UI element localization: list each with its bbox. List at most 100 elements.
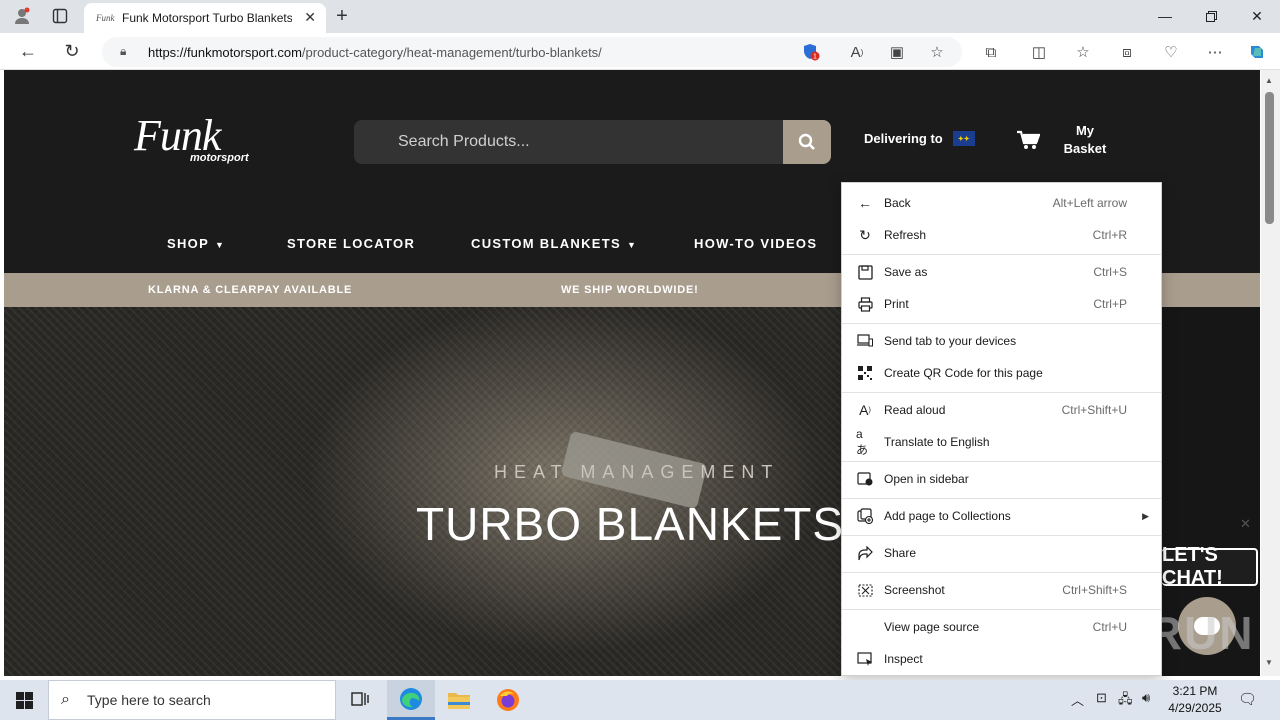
profile-icon[interactable]: [10, 6, 34, 26]
search-button[interactable]: [783, 120, 831, 164]
screenshot-icon: [856, 581, 874, 599]
ctx-print[interactable]: Print Ctrl+P: [842, 289, 1161, 319]
promo-shipping: WE SHIP WORLDWIDE!: [561, 284, 699, 296]
ctx-share-label: Share: [884, 546, 917, 560]
more-menu-icon[interactable]: ⋯: [1204, 41, 1226, 63]
collections-toolbar-icon[interactable]: ⧈: [1116, 41, 1138, 63]
windows-taskbar: ⌕ Type here to search ︿ ⊡ 🖧︎ 🔊︎ 3:21 PM …: [0, 680, 1280, 720]
minimize-icon[interactable]: —: [1142, 0, 1188, 32]
restore-icon[interactable]: [1188, 0, 1234, 32]
notification-center-icon[interactable]: 🗨︎: [1238, 690, 1257, 708]
tracking-prevention-icon[interactable]: 1: [800, 41, 822, 63]
taskbar-search[interactable]: ⌕ Type here to search: [48, 680, 336, 720]
sidebar-icon: [856, 470, 874, 488]
windows-logo-icon: [15, 691, 33, 709]
favorite-star-icon[interactable]: ☆: [926, 41, 948, 63]
scroll-down-icon[interactable]: ▼: [1265, 658, 1273, 667]
site-logo[interactable]: Funk motorsport: [134, 114, 279, 170]
submenu-arrow-icon: ▶: [1142, 510, 1149, 521]
ctx-save-as[interactable]: Save as Ctrl+S: [842, 257, 1161, 287]
ctx-refresh-shortcut: Ctrl+R: [1092, 228, 1127, 242]
page-scrollbar[interactable]: ▲ ▼: [1261, 70, 1280, 676]
ctx-print-label: Print: [884, 297, 909, 311]
split-screen-icon[interactable]: ◫: [1028, 41, 1050, 63]
ctx-view-source[interactable]: View page source Ctrl+U: [842, 612, 1161, 642]
search-input[interactable]: [354, 120, 783, 164]
ctx-back-label: Back: [884, 196, 911, 210]
nav-how-to-videos[interactable]: HOW-TO VIDEOS: [694, 236, 817, 251]
ctx-send-tab[interactable]: Send tab to your devices: [842, 326, 1161, 356]
translate-icon: aあ: [856, 426, 869, 457]
file-explorer-icon[interactable]: [435, 680, 483, 720]
new-tab-icon[interactable]: +: [330, 5, 354, 27]
eu-flag-icon: ✦✦: [952, 131, 975, 146]
caret-down-icon: ▼: [626, 240, 638, 250]
reload-icon[interactable]: ↻: [58, 39, 86, 63]
ctx-separator: [842, 535, 1161, 536]
read-aloud-toolbar-icon[interactable]: A): [846, 41, 868, 63]
chat-bubble[interactable]: LET'S CHAT!: [1162, 544, 1258, 589]
context-menu: ← Back Alt+Left arrow ↻ Refresh Ctrl+R S…: [841, 182, 1162, 676]
ctx-send-tab-label: Send tab to your devices: [884, 334, 1017, 348]
logo-sub: motorsport: [190, 152, 249, 164]
favorites-icon[interactable]: ☆: [1072, 41, 1094, 63]
tray-device-icon[interactable]: ⊡: [1096, 690, 1107, 706]
tab-actions-icon[interactable]: [48, 6, 72, 26]
ctx-inspect-label: Inspect: [884, 652, 923, 666]
ctx-share[interactable]: Share: [842, 538, 1161, 568]
ctx-screenshot[interactable]: Screenshot Ctrl+Shift+S: [842, 575, 1161, 605]
ctx-open-sidebar[interactable]: Open in sidebar: [842, 464, 1161, 494]
ctx-separator: [842, 609, 1161, 610]
close-window-icon[interactable]: ✕: [1234, 0, 1280, 32]
delivering-to[interactable]: Delivering to ✦✦: [864, 131, 975, 146]
ctx-inspect[interactable]: Inspect: [842, 644, 1161, 674]
copilot-icon[interactable]: [1246, 41, 1268, 63]
notification-badge: 1: [813, 54, 817, 61]
promo-klarna: KLARNA & CLEARPAY AVAILABLE: [148, 284, 353, 296]
start-button[interactable]: [0, 680, 48, 720]
read-aloud-icon: A): [859, 402, 871, 418]
scroll-thumb[interactable]: [1265, 92, 1274, 224]
hero-subtitle: HEAT MANAGEMENT: [494, 462, 780, 482]
ctx-translate[interactable]: aあ Translate to English: [842, 427, 1161, 457]
ctx-qr-code[interactable]: Create QR Code for this page: [842, 358, 1161, 388]
back-icon[interactable]: ←: [14, 39, 42, 63]
refresh-icon: ↻: [859, 226, 871, 243]
ctx-back[interactable]: ← Back Alt+Left arrow: [842, 188, 1161, 218]
firefox-icon[interactable]: [484, 680, 532, 720]
basket-link[interactable]: My Basket: [1016, 122, 1112, 158]
cart-icon: [1017, 130, 1040, 149]
ctx-view-source-label: View page source: [884, 620, 980, 634]
task-view-icon[interactable]: [336, 680, 384, 720]
ctx-read-aloud[interactable]: A) Read aloud Ctrl+Shift+U: [842, 395, 1161, 425]
nav-store-locator-label: STORE LOCATOR: [287, 236, 416, 251]
edge-taskbar-icon[interactable]: [387, 680, 435, 720]
inspect-icon: [856, 650, 874, 668]
url-path: /product-category/heat-management/turbo-…: [301, 44, 602, 60]
search-icon: [798, 133, 815, 150]
ctx-add-collections[interactable]: Add page to Collections ▶: [842, 501, 1161, 531]
nav-how-to-videos-label: HOW-TO VIDEOS: [694, 236, 818, 251]
url-field[interactable]: 🔒︎ https://funkmotorsport.com/product-ca…: [102, 37, 962, 67]
tab-title: Funk Motorsport Turbo Blankets: [122, 11, 292, 25]
basket-line2: Basket: [1063, 141, 1107, 156]
extensions-icon[interactable]: ⧉: [980, 41, 1002, 63]
nav-custom-blankets[interactable]: CUSTOM BLANKETS ▼: [471, 236, 637, 251]
browser-essentials-icon[interactable]: ♡: [1160, 41, 1182, 63]
immersive-reader-icon[interactable]: ▣: [886, 41, 908, 63]
tray-overflow-icon[interactable]: ︿: [1071, 690, 1084, 709]
nav-shop[interactable]: SHOP ▼: [167, 236, 225, 251]
ctx-save-as-label: Save as: [884, 265, 928, 279]
volume-icon[interactable]: 🔊︎: [1142, 690, 1150, 706]
chat-close-icon[interactable]: ✕: [1240, 516, 1251, 532]
ctx-refresh[interactable]: ↻ Refresh Ctrl+R: [842, 220, 1161, 250]
ctx-qr-code-label: Create QR Code for this page: [884, 366, 1043, 380]
close-tab-icon[interactable]: ✕: [304, 9, 316, 26]
taskbar-clock[interactable]: 3:21 PM 4/29/2025: [1162, 683, 1228, 717]
clock-date: 4/29/2025: [1168, 701, 1222, 715]
nav-store-locator[interactable]: STORE LOCATOR: [287, 236, 415, 251]
scroll-up-icon[interactable]: ▲: [1265, 76, 1273, 85]
active-tab[interactable]: Funk Funk Motorsport Turbo Blankets ✕: [84, 3, 326, 33]
network-icon[interactable]: 🖧︎: [1118, 690, 1133, 712]
share-icon: [856, 544, 874, 562]
